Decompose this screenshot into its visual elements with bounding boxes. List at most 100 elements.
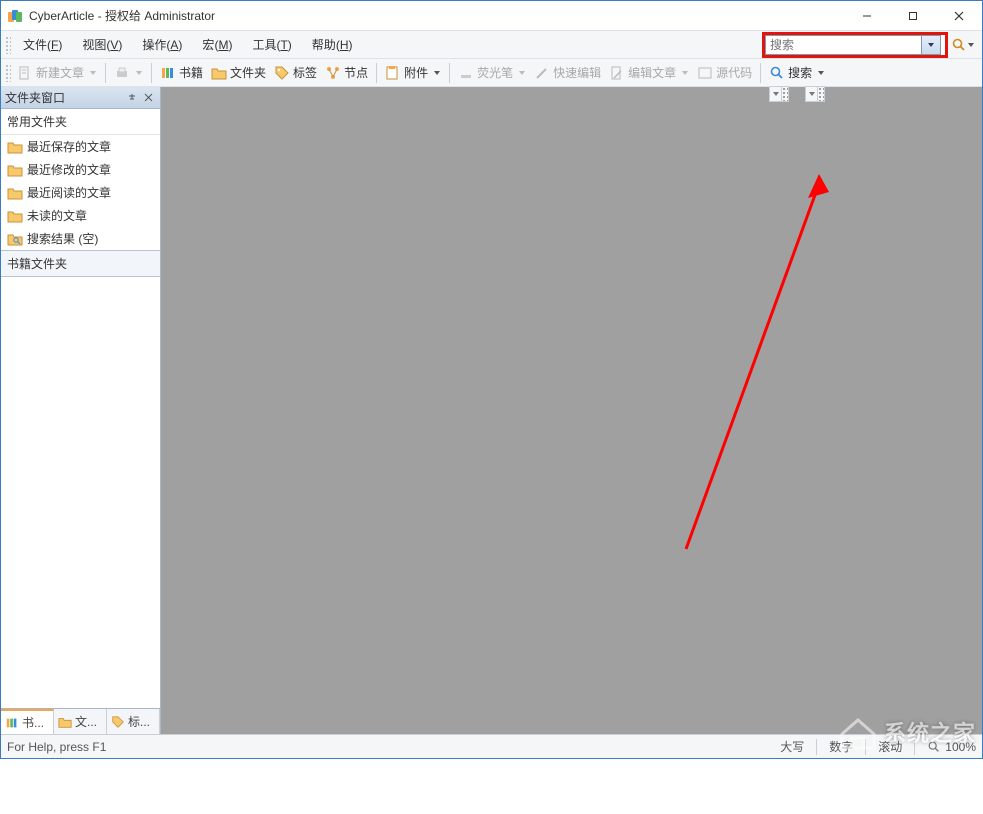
chevron-down-icon bbox=[681, 66, 689, 80]
new-article-label: 新建文章 bbox=[36, 64, 84, 81]
search-icon bbox=[769, 65, 785, 81]
zoom-value: 100% bbox=[945, 740, 976, 754]
pane-grip[interactable] bbox=[817, 86, 825, 102]
common-folders-header: 常用文件夹 bbox=[1, 109, 160, 135]
titlebar: CyberArticle - 授权给 Administrator bbox=[1, 1, 982, 31]
tags-label: 标签 bbox=[293, 64, 317, 81]
maximize-button[interactable] bbox=[890, 1, 936, 31]
tree-item-label: 搜索结果 (空) bbox=[27, 230, 98, 247]
tree-item-label: 最近保存的文章 bbox=[27, 138, 111, 155]
search-go-button[interactable] bbox=[948, 37, 978, 53]
new-article-button[interactable]: 新建文章 bbox=[13, 61, 101, 85]
chevron-down-icon bbox=[518, 66, 526, 80]
sidebar: 文件夹窗口 常用文件夹 最近保存的文章 最近修改的文章 最近阅读的文章 bbox=[1, 87, 161, 734]
sidebar-tab-label: 文... bbox=[75, 713, 97, 730]
sidebar-tab-tags[interactable]: 标... bbox=[107, 709, 160, 734]
tree-item-search-results[interactable]: 搜索结果 (空) bbox=[1, 227, 160, 250]
close-pane-icon[interactable] bbox=[140, 90, 156, 106]
books-icon bbox=[5, 716, 19, 730]
grip-icon[interactable] bbox=[5, 64, 11, 82]
sidebar-tab-books[interactable]: 书... bbox=[1, 709, 54, 734]
pin-icon[interactable] bbox=[124, 90, 140, 106]
pane-header: 文件夹窗口 bbox=[1, 87, 160, 109]
folder-icon bbox=[7, 163, 23, 177]
chevron-down-icon bbox=[817, 66, 825, 80]
pane-title: 文件夹窗口 bbox=[5, 89, 124, 106]
folder-icon bbox=[58, 715, 72, 729]
print-icon bbox=[114, 65, 130, 81]
book-folders-empty bbox=[1, 277, 160, 708]
sidebar-tab-label: 标... bbox=[128, 713, 150, 730]
search-dropdown-button[interactable] bbox=[921, 35, 941, 55]
search-input[interactable] bbox=[765, 35, 921, 55]
edit-article-label: 编辑文章 bbox=[628, 64, 676, 81]
books-icon bbox=[160, 65, 176, 81]
tag-icon bbox=[274, 65, 290, 81]
tags-button[interactable]: 标签 bbox=[270, 61, 321, 85]
tree-item-recent-modified[interactable]: 最近修改的文章 bbox=[1, 158, 160, 181]
app-icon bbox=[7, 8, 23, 24]
zoom-control[interactable]: 100% bbox=[927, 740, 976, 754]
menubar: 文件(F) 视图(V) 操作(A) 宏(M) 工具(T) 帮助(H) bbox=[1, 31, 982, 59]
tree-item-recent-saved[interactable]: 最近保存的文章 bbox=[1, 135, 160, 158]
search-box-highlighted bbox=[762, 32, 948, 58]
quick-edit-button[interactable]: 快速编辑 bbox=[530, 61, 605, 85]
chevron-down-icon bbox=[89, 66, 97, 80]
pane-grip[interactable] bbox=[781, 86, 789, 102]
menu-tools[interactable]: 工具(T) bbox=[242, 32, 301, 57]
tree-item-label: 未读的文章 bbox=[27, 207, 87, 224]
statusbar-scroll: 滚动 bbox=[878, 738, 902, 755]
nodes-label: 节点 bbox=[344, 64, 368, 81]
statusbar-caps: 大写 bbox=[780, 738, 804, 755]
menu-action[interactable]: 操作(A) bbox=[132, 32, 192, 57]
sidebar-tab-label: 书... bbox=[22, 714, 44, 731]
highlighter-button[interactable]: 荧光笔 bbox=[454, 61, 530, 85]
folder-icon bbox=[7, 186, 23, 200]
menu-file[interactable]: 文件(F) bbox=[13, 32, 72, 57]
chevron-down-icon bbox=[135, 66, 143, 80]
common-folders-list: 最近保存的文章 最近修改的文章 最近阅读的文章 未读的文章 搜索结果 (空) bbox=[1, 135, 160, 250]
sidebar-tabs: 书... 文... 标... bbox=[1, 708, 160, 734]
attachments-button[interactable]: 附件 bbox=[381, 61, 445, 85]
tree-item-label: 最近修改的文章 bbox=[27, 161, 111, 178]
attachment-icon bbox=[385, 65, 401, 81]
search-button[interactable]: 搜索 bbox=[765, 61, 829, 85]
highlighter-icon bbox=[458, 65, 474, 81]
new-doc-icon bbox=[17, 65, 33, 81]
books-button[interactable]: 书籍 bbox=[156, 61, 207, 85]
tree-item-label: 最近阅读的文章 bbox=[27, 184, 111, 201]
close-button[interactable] bbox=[936, 1, 982, 31]
grip-icon[interactable] bbox=[5, 36, 11, 54]
statusbar: For Help, press F1 大写 数字 滚动 100% bbox=[1, 734, 982, 758]
tag-icon bbox=[111, 715, 125, 729]
menu-macro[interactable]: 宏(M) bbox=[192, 32, 242, 57]
folders-button[interactable]: 文件夹 bbox=[207, 61, 270, 85]
quick-edit-label: 快速编辑 bbox=[553, 64, 601, 81]
minimize-button[interactable] bbox=[844, 1, 890, 31]
folder-icon bbox=[7, 140, 23, 154]
sidebar-tab-folders[interactable]: 文... bbox=[54, 709, 107, 734]
source-code-button[interactable]: 源代码 bbox=[693, 61, 756, 85]
zoom-icon bbox=[927, 740, 941, 754]
source-icon bbox=[697, 65, 713, 81]
toolbar: 新建文章 书籍 文件夹 标签 节点 附件 bbox=[1, 59, 982, 87]
nodes-button[interactable]: 节点 bbox=[321, 61, 372, 85]
source-label: 源代码 bbox=[716, 64, 752, 81]
tree-item-unread[interactable]: 未读的文章 bbox=[1, 204, 160, 227]
window-title: CyberArticle - 授权给 Administrator bbox=[29, 7, 215, 24]
folder-icon bbox=[7, 209, 23, 223]
tree-item-recent-read[interactable]: 最近阅读的文章 bbox=[1, 181, 160, 204]
statusbar-num: 数字 bbox=[829, 738, 853, 755]
menu-help[interactable]: 帮助(H) bbox=[302, 32, 363, 57]
nodes-icon bbox=[325, 65, 341, 81]
print-button[interactable] bbox=[110, 61, 147, 85]
books-label: 书籍 bbox=[179, 64, 203, 81]
menu-view[interactable]: 视图(V) bbox=[72, 32, 132, 57]
folders-label: 文件夹 bbox=[230, 64, 266, 81]
statusbar-help-text: For Help, press F1 bbox=[7, 740, 768, 754]
edit-article-button[interactable]: 编辑文章 bbox=[605, 61, 693, 85]
content-area bbox=[161, 87, 982, 734]
search-label: 搜索 bbox=[788, 64, 812, 81]
attachments-label: 附件 bbox=[404, 64, 428, 81]
pencil-icon bbox=[534, 65, 550, 81]
